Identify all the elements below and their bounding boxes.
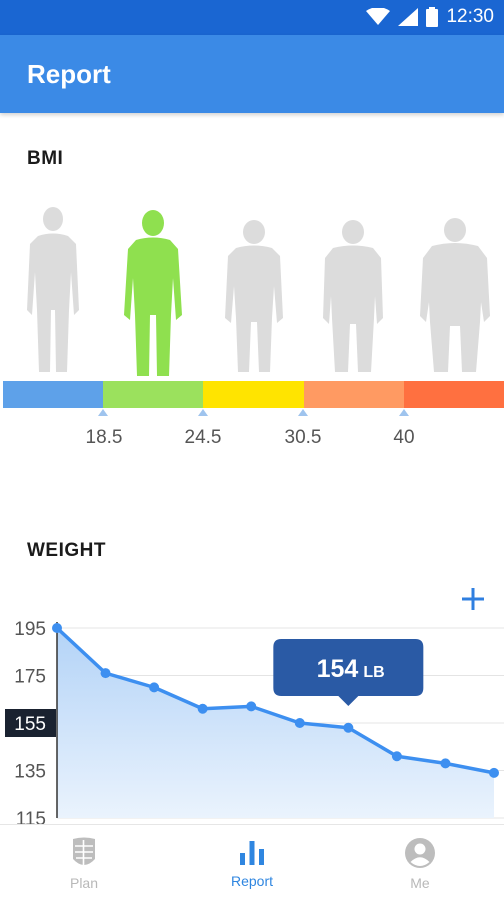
battery-icon [426, 7, 439, 27]
bmi-title: BMI [27, 148, 64, 169]
nav-label-me: Me [410, 875, 430, 891]
weight-chart: 195 175 155 135 115 154 LB [5, 619, 504, 824]
status-icons: 12:30 [366, 6, 494, 28]
bmi-tick-label: 24.5 [184, 427, 222, 448]
status-bar: 12:30 [0, 0, 504, 35]
weight-title: WEIGHT [27, 540, 106, 561]
plus-icon [462, 588, 484, 610]
cell-signal-icon [398, 8, 419, 26]
figure-normal [124, 210, 182, 376]
y-tick-label: 195 [14, 619, 46, 640]
figure-overweight [225, 220, 283, 372]
figure-obese [323, 220, 383, 372]
data-point [343, 722, 354, 733]
app-bar: Report [0, 35, 504, 113]
data-point [149, 682, 160, 693]
bmi-tick-marker [98, 409, 108, 416]
bmi-tick-marker [399, 409, 409, 416]
page-title: Report [27, 59, 111, 89]
add-weight-button[interactable] [458, 584, 488, 614]
account-icon [405, 838, 435, 868]
weight-callout: 154 LB [273, 639, 424, 706]
bmi-tick-marker [298, 409, 308, 416]
y-tick-label: 135 [14, 762, 46, 783]
bmi-figures [27, 207, 490, 376]
bmi-tick-label: 18.5 [85, 427, 123, 448]
abs-icon [73, 837, 95, 865]
bmi-tick-label: 30.5 [284, 427, 322, 448]
data-point [246, 701, 257, 712]
bar-chart-icon [240, 841, 264, 865]
data-point [391, 751, 402, 762]
data-point [52, 623, 62, 633]
nav-item-me[interactable]: Me [336, 825, 504, 900]
y-tick-label: 155 [14, 714, 46, 735]
bmi-segment-underweight [3, 381, 104, 408]
y-tick-label: 115 [16, 809, 46, 824]
nav-item-report[interactable]: Report [168, 825, 336, 900]
data-point [197, 703, 208, 714]
data-point [489, 767, 499, 778]
bottom-nav: Plan Report Me [0, 824, 504, 900]
bmi-segment-normal [103, 381, 204, 408]
nav-item-plan[interactable]: Plan [0, 825, 168, 900]
wifi-icon [366, 8, 391, 25]
bmi-segment-extremely-obese [403, 381, 504, 408]
y-tick-label: 175 [14, 667, 46, 688]
figure-extremely-obese [420, 218, 490, 372]
figure-underweight [27, 207, 79, 372]
bmi-segment-overweight [203, 381, 304, 408]
weight-callout-value: 154 [317, 655, 359, 683]
data-point [294, 718, 305, 728]
nav-label-report: Report [230, 873, 274, 889]
bmi-tick-marker [198, 409, 208, 416]
bmi-segment-obese [303, 381, 404, 408]
bmi-scale-bar [3, 381, 504, 408]
data-point [100, 668, 111, 679]
bmi-tick-label: 40 [393, 427, 415, 448]
data-point [440, 758, 451, 769]
weight-callout-unit: LB [363, 664, 384, 681]
status-time: 12:30 [446, 6, 494, 27]
nav-label-plan: Plan [69, 875, 99, 891]
